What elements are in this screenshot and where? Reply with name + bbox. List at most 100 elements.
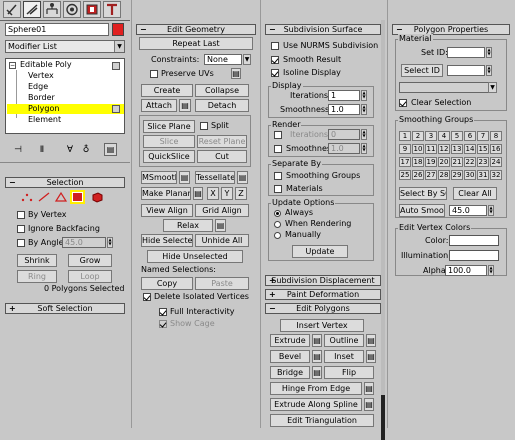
bevel-button[interactable]: Bevel [270, 350, 310, 363]
clear-selection-checkbox[interactable] [399, 99, 407, 107]
display-iterations-spinner[interactable]: ▲ ▼ [361, 90, 367, 101]
auto-smooth-button[interactable]: Auto Smooth [399, 204, 445, 217]
relax-settings-button[interactable]: ▤ [215, 219, 226, 232]
motion-icon[interactable] [63, 1, 81, 18]
reset-plane-button[interactable]: Reset Plane [197, 135, 247, 148]
make-planar-settings-button[interactable]: ▤ [193, 187, 203, 200]
use-nurms-checkbox[interactable] [271, 42, 279, 50]
insert-vertex-button[interactable]: Insert Vertex [280, 319, 364, 332]
copy-button[interactable]: Copy [141, 277, 193, 290]
preserve-uvs-checkbox[interactable] [150, 70, 158, 78]
display-icon[interactable] [83, 1, 101, 18]
smoothing-group-button[interactable]: 8 [490, 131, 502, 141]
make-planar-button[interactable]: Make Planar [141, 187, 191, 200]
utilities-icon[interactable] [103, 1, 121, 18]
remove-modifier-icon[interactable]: ♁ [80, 144, 92, 156]
smoothing-group-button[interactable]: 17 [399, 157, 411, 167]
material-name-dropdown[interactable] [399, 82, 497, 93]
smoothing-group-button[interactable]: 20 [438, 157, 450, 167]
outline-button[interactable]: Outline [324, 334, 364, 347]
smoothing-group-button[interactable]: 19 [425, 157, 437, 167]
cut-button[interactable]: Cut [197, 150, 247, 163]
grow-button[interactable]: Grow [68, 254, 112, 267]
auto-smooth-spinner[interactable]: ▲ ▼ [488, 205, 494, 216]
soft-selection-rollout-header[interactable]: + Soft Selection [5, 303, 125, 314]
material-name-dropdown-arrow[interactable]: ▼ [488, 82, 497, 93]
grid-align-button[interactable]: Grid Align [195, 204, 249, 217]
smooth-result-checkbox[interactable] [271, 56, 279, 64]
display-smoothness-field[interactable]: 1.0 [328, 104, 360, 115]
render-iterations-checkbox[interactable] [274, 131, 282, 139]
smoothing-group-button[interactable]: 14 [464, 144, 476, 154]
smoothing-group-button[interactable]: 25 [399, 170, 411, 180]
smoothing-group-button[interactable]: 23 [477, 157, 489, 167]
hide-selected-button[interactable]: Hide Selected [141, 234, 193, 247]
ignore-backfacing-checkbox[interactable] [17, 225, 25, 233]
smoothing-group-button[interactable]: 15 [477, 144, 489, 154]
smoothing-group-button[interactable]: 6 [464, 131, 476, 141]
update-button[interactable]: Update [292, 245, 348, 258]
view-align-button[interactable]: View Align [141, 204, 193, 217]
element-mode-icon[interactable] [90, 191, 104, 203]
stack-item-vertex[interactable]: Vertex [28, 71, 54, 81]
tessellate-button[interactable]: Tessellate [195, 171, 235, 184]
polygon-mode-icon[interactable] [70, 190, 85, 204]
planar-y-button[interactable]: Y [221, 187, 233, 200]
show-end-result-icon[interactable]: Ⅱ [36, 144, 48, 156]
attach-button[interactable]: Attach [141, 99, 177, 112]
render-smoothness-field[interactable]: 1.0 [328, 143, 360, 154]
delete-isolated-checkbox[interactable] [143, 293, 151, 301]
by-angle-field[interactable]: 45.0 [62, 237, 106, 248]
edit-polygons-rollout-header[interactable]: − Edit Polygons [265, 303, 381, 314]
configure-modifier-sets-icon[interactable]: ▤ [104, 143, 117, 156]
show-cage-checkbox[interactable] [159, 320, 167, 328]
paint-deformation-rollout-header[interactable]: + Paint Deformation [265, 289, 381, 300]
hierarchy-icon[interactable] [43, 1, 61, 18]
select-id-field[interactable] [447, 65, 485, 76]
smoothing-group-button[interactable]: 30 [464, 170, 476, 180]
bridge-settings-button[interactable]: ▤ [312, 366, 322, 379]
smoothing-group-button[interactable]: 9 [399, 144, 411, 154]
when-rendering-radio[interactable] [274, 221, 281, 228]
full-interactivity-checkbox[interactable] [159, 308, 167, 316]
object-name-field[interactable]: Sphere01 [5, 23, 109, 36]
edit-triangulation-button[interactable]: Edit Triangulation [270, 414, 374, 427]
selection-rollout-header[interactable]: − Selection [5, 177, 125, 188]
smoothing-group-button[interactable]: 27 [425, 170, 437, 180]
quickslice-button[interactable]: QuickSlice [143, 150, 195, 163]
slice-button[interactable]: Slice [143, 135, 195, 148]
smoothing-group-button[interactable]: 5 [451, 131, 463, 141]
relax-button[interactable]: Relax [163, 219, 213, 232]
create-button[interactable]: Create [141, 84, 193, 97]
smoothing-group-button[interactable]: 31 [477, 170, 489, 180]
inset-settings-button[interactable]: ▤ [366, 350, 376, 363]
ring-button[interactable]: Ring [17, 270, 57, 283]
make-unique-icon[interactable]: ∀ [64, 144, 76, 156]
loop-button[interactable]: Loop [68, 270, 112, 283]
pin-stack-icon[interactable]: ⊣ [12, 144, 24, 156]
unhide-all-button[interactable]: Unhide All [195, 234, 249, 247]
render-iterations-field[interactable]: 0 [328, 129, 360, 140]
msmooth-settings-button[interactable]: ▤ [179, 171, 190, 184]
split-checkbox[interactable] [200, 122, 208, 130]
hinge-settings-button[interactable]: ▤ [364, 382, 374, 395]
extrude-along-spline-button[interactable]: Extrude Along Spline [270, 398, 362, 411]
select-id-spinner[interactable]: ▲ ▼ [486, 65, 492, 76]
object-color-swatch[interactable] [112, 23, 124, 36]
smoothing-group-button[interactable]: 32 [490, 170, 502, 180]
auto-smooth-field[interactable]: 45.0 [449, 205, 487, 216]
planar-z-button[interactable]: Z [235, 187, 247, 200]
set-id-spinner[interactable]: ▲ ▼ [486, 47, 492, 58]
isoline-display-checkbox[interactable] [271, 69, 279, 77]
smoothing-group-button[interactable]: 12 [438, 144, 450, 154]
planar-x-button[interactable]: X [207, 187, 219, 200]
smoothing-group-button[interactable]: 13 [451, 144, 463, 154]
border-mode-icon[interactable] [54, 191, 68, 203]
preserve-uvs-settings-button[interactable]: ▤ [231, 68, 241, 79]
display-smoothness-spinner[interactable]: ▲ ▼ [361, 104, 367, 115]
stack-item-border[interactable]: Border [28, 93, 55, 103]
smoothing-group-button[interactable]: 10 [412, 144, 424, 154]
detach-button[interactable]: Detach [195, 99, 249, 112]
vertex-mode-icon[interactable] [20, 191, 34, 203]
alpha-spinner[interactable]: ▲ ▼ [488, 265, 494, 276]
